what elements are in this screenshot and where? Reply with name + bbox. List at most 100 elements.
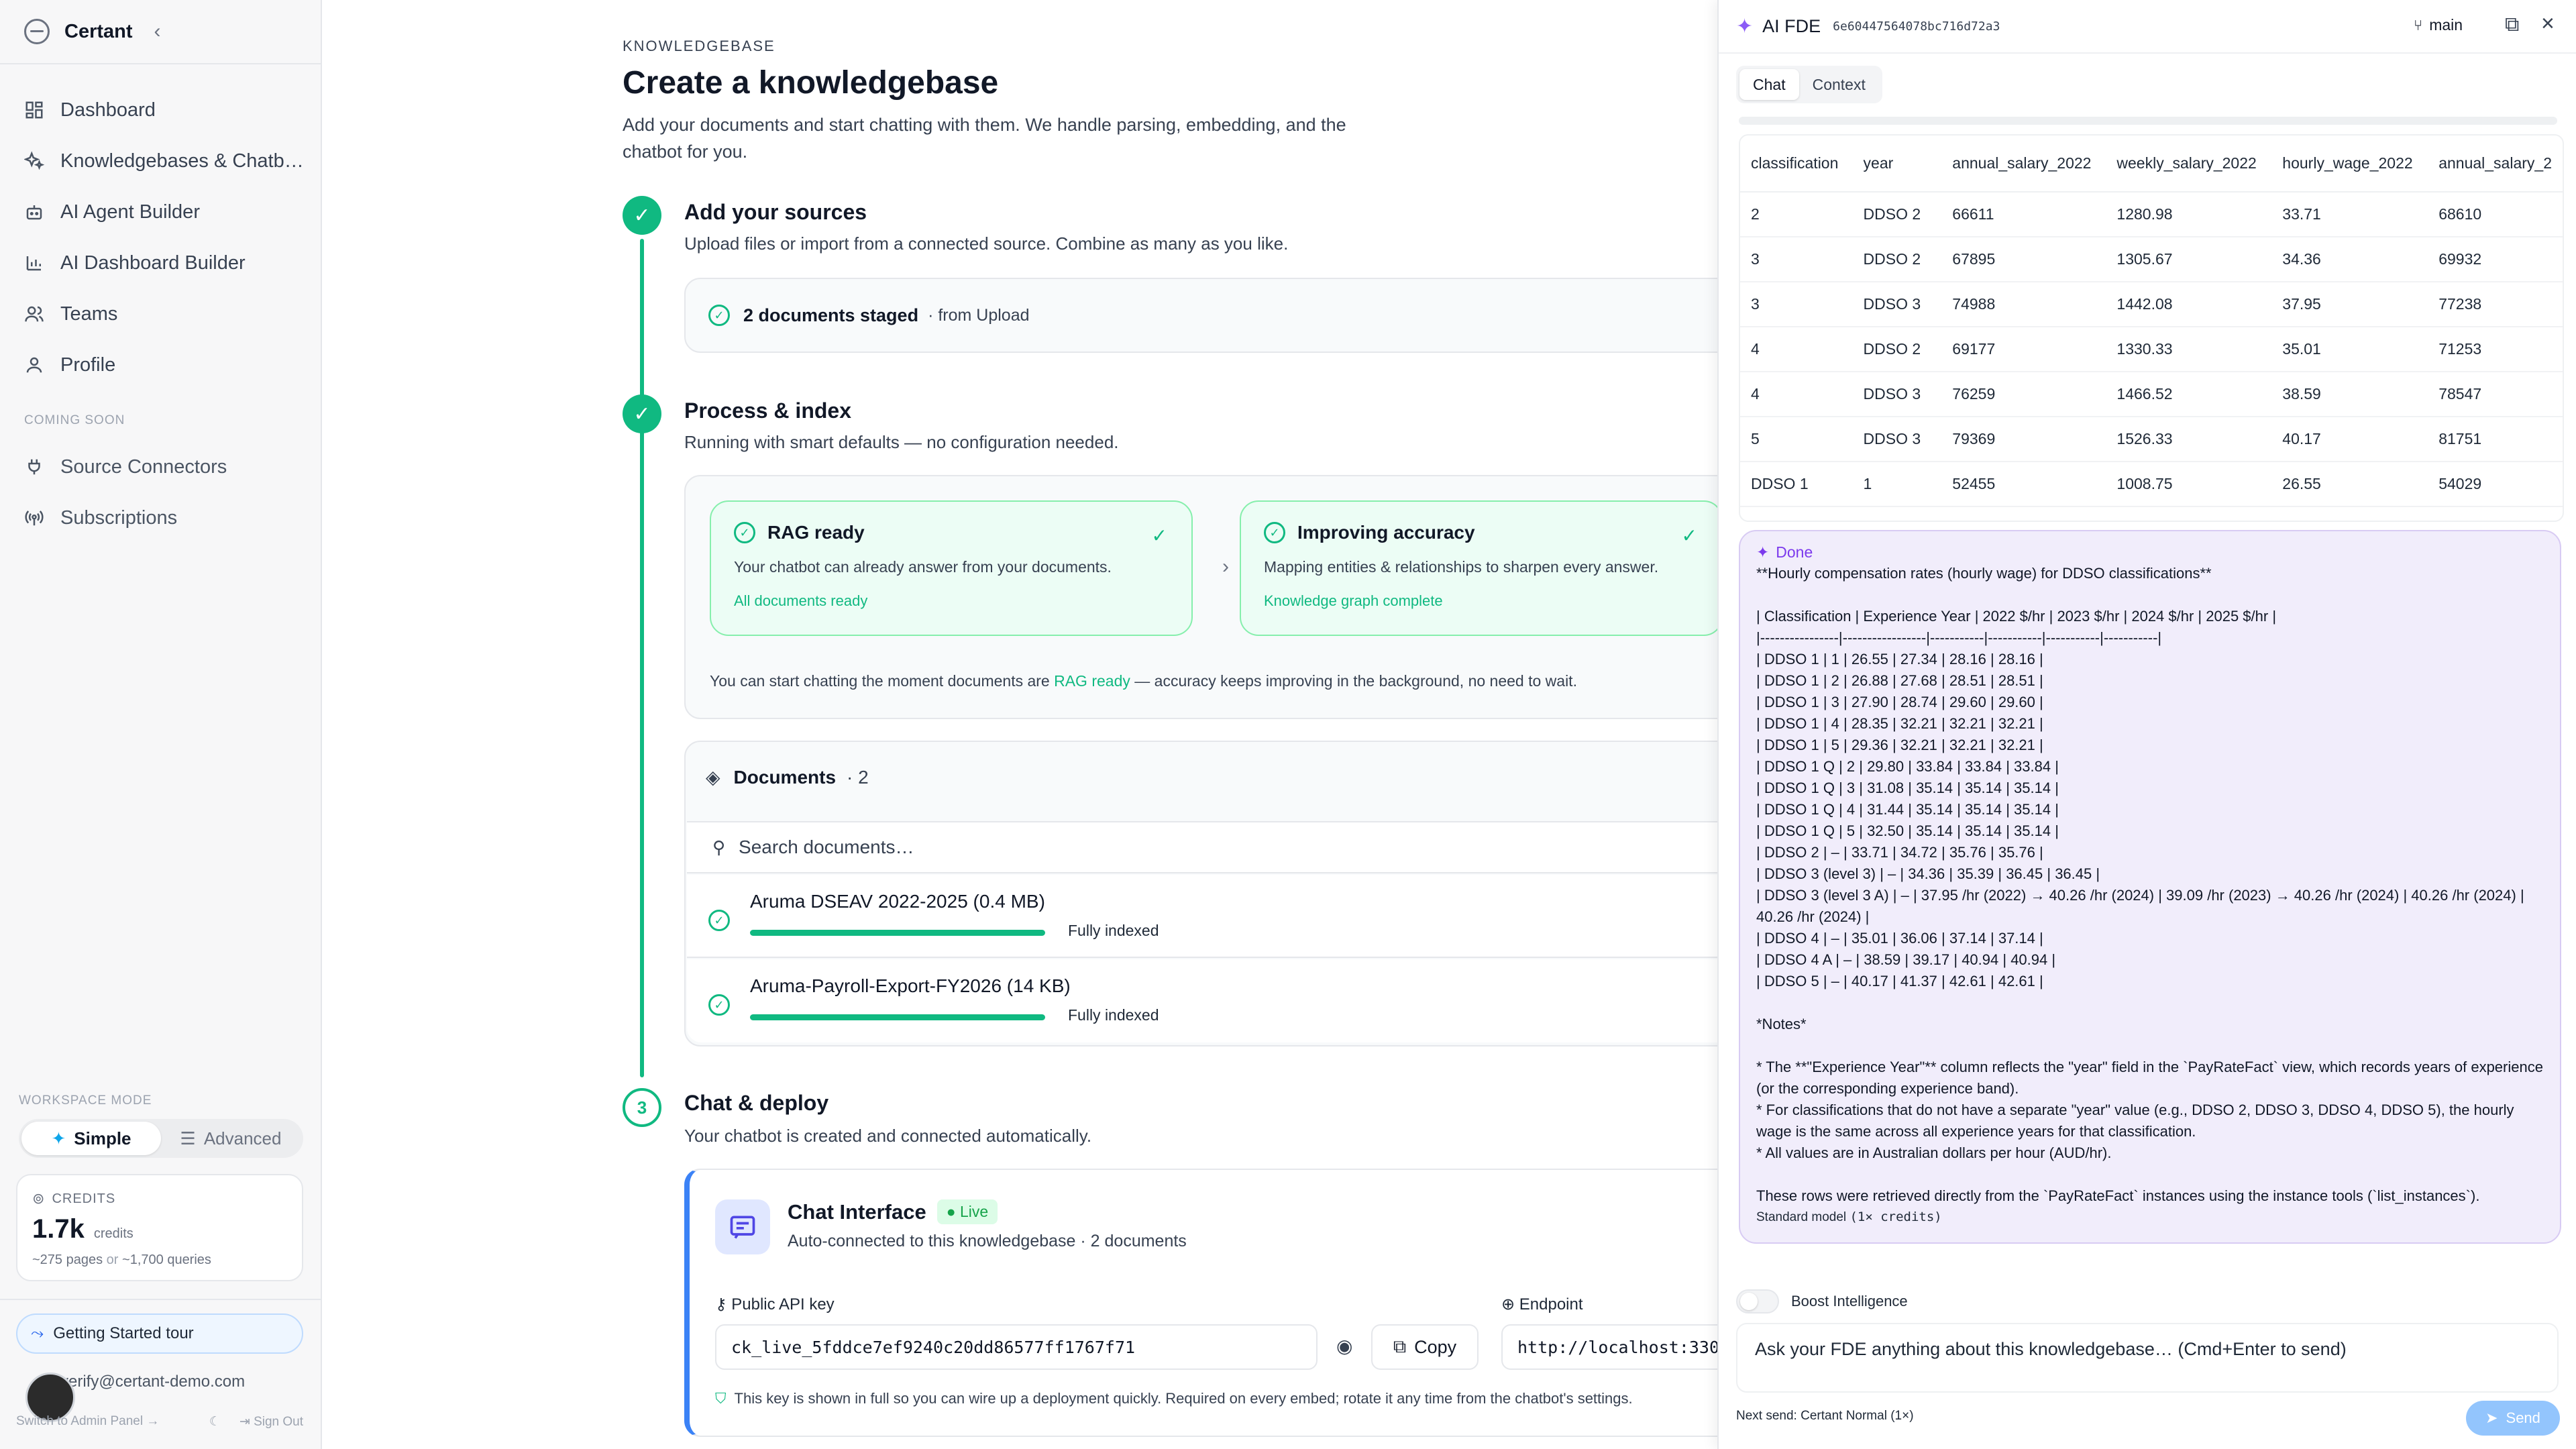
theme-toggle-icon[interactable]: ☾ (209, 1414, 221, 1430)
table-cell: DDSO 1 (1740, 506, 1853, 521)
coming-soon-nav: Source Connectors Subscriptions (24, 441, 306, 543)
api-key-note-text: This key is shown in full so you can wir… (734, 1390, 1633, 1407)
shield-check-icon: ⛉ (715, 1390, 727, 1407)
credits-label: ⊚ CREDITS (32, 1190, 287, 1208)
process-note-text: You can start chatting the moment docume… (710, 672, 1050, 690)
documents-header: ◈ Documents · 2 (706, 766, 869, 788)
table-cell: DDSO 3 (1852, 417, 1942, 462)
staged-documents-card[interactable]: ✓ 2 documents staged · from Upload (684, 278, 1717, 353)
mode-simple-button[interactable]: ✦ Simple (21, 1122, 161, 1155)
tour-label: Getting Started tour (53, 1324, 194, 1342)
table-row: 4 DDSO 3 76259 1466.52 38.59 78547 (1740, 372, 2563, 417)
send-icon: ➤ (2485, 1409, 2498, 1426)
table-cell: 77238 (2428, 282, 2563, 327)
close-icon[interactable]: × (2541, 11, 2555, 37)
progress-bar (750, 930, 1045, 936)
boost-intelligence-toggle[interactable] (1736, 1289, 1779, 1313)
tab-chat[interactable]: Chat (1739, 69, 1799, 100)
rag-ready-title: RAG ready (767, 522, 865, 543)
message-status-text: Done (1776, 543, 1813, 561)
table-cell: 1008.75 (2106, 462, 2272, 507)
sidebar-item-knowledgebases[interactable]: Knowledgebases & Chatb… (24, 136, 306, 186)
table-row: 3 DDSO 3 74988 1442.08 37.95 77238 (1740, 282, 2563, 327)
improving-accuracy-status: Knowledge graph complete (1264, 592, 1443, 609)
endpoint-field[interactable]: http://localhost:3300 (1501, 1324, 1717, 1370)
column-header: hourly_wage_2022 (2271, 136, 2428, 193)
getting-started-tour-button[interactable]: ⤳ Getting Started tour (16, 1313, 303, 1354)
table-cell: 71253 (2428, 327, 2563, 372)
certant-logo-icon (24, 19, 50, 44)
send-button[interactable]: ➤ Send (2466, 1401, 2560, 1436)
horizontal-scrollbar[interactable] (1739, 117, 2557, 125)
chat-input[interactable]: Ask your FDE anything about this knowled… (1736, 1323, 2559, 1393)
endpoint-label: ⊕ Endpoint (1501, 1295, 1583, 1314)
sidebar-item-profile[interactable]: Profile (24, 339, 306, 390)
check-circle-icon: ✓ (708, 994, 730, 1016)
boost-intelligence-label: Boost Intelligence (1791, 1293, 1908, 1309)
sparkles-icon: ✦ (1736, 15, 1754, 38)
admin-panel-link[interactable]: Switch to Admin Panel → (16, 1414, 159, 1430)
credits-label-text: CREDITS (52, 1191, 116, 1206)
key-icon: ⚷ (715, 1295, 732, 1313)
process-note: You can start chatting the moment docume… (710, 672, 1577, 690)
table-row: 5 DDSO 3 79369 1526.33 40.17 81751 (1740, 417, 2563, 462)
column-header: classification (1740, 136, 1853, 193)
table-cell: 26.88 (2271, 506, 2428, 521)
table-cell: 26.55 (2271, 462, 2428, 507)
copy-label: Copy (1414, 1336, 1457, 1357)
sidebar-item-dashboard[interactable]: Dashboard (24, 85, 306, 136)
sign-out-label: Sign Out (254, 1415, 303, 1429)
tab-context[interactable]: Context (1799, 69, 1879, 100)
table-cell: DDSO 2 (1852, 327, 1942, 372)
check-circle-icon: ✓ (708, 910, 730, 931)
check-circle-icon: ✓ (734, 522, 755, 543)
table-cell: 78547 (2428, 372, 2563, 417)
table-cell: 66611 (1941, 192, 2106, 237)
table-cell: 54029 (2428, 462, 2563, 507)
step-2-title: Process & index (684, 398, 851, 423)
table-row: 4 DDSO 2 69177 1330.33 35.01 71253 (1740, 327, 2563, 372)
table-cell: 4 (1740, 372, 1853, 417)
main-content: KNOWLEDGEBASE Create a knowledgebase Add… (323, 0, 1717, 1449)
api-key-field[interactable]: ck_live_5fddce7ef9240c20dd86577ff1767f71 (715, 1324, 1318, 1370)
external-link-icon[interactable]: ⧉ (2505, 13, 2519, 36)
panel-tabs: Chat Context (1736, 66, 1882, 103)
mode-advanced-button[interactable]: ☰ Advanced (161, 1122, 301, 1155)
table-cell: DDSO 2 (1852, 192, 1942, 237)
search-placeholder: Search documents… (739, 837, 914, 857)
credits-queries: ~1,700 queries (122, 1252, 211, 1267)
rag-ready-card: ✓ RAG ready ✓ Your chatbot can already a… (710, 500, 1193, 636)
table-cell: 33.71 (2271, 192, 2428, 237)
chevron-left-icon[interactable]: ‹ (154, 20, 161, 43)
sidebar-item-agent-builder[interactable]: AI Agent Builder (24, 186, 306, 237)
step-1-title: Add your sources (684, 200, 867, 224)
sidebar-item-label: AI Agent Builder (60, 201, 200, 223)
rag-ready-description: Your chatbot can already answer from you… (734, 558, 1112, 576)
sidebar-item-source-connectors[interactable]: Source Connectors (24, 441, 306, 492)
table-cell: 76259 (1941, 372, 2106, 417)
branch-selector[interactable]: ⑂ main (2414, 16, 2463, 34)
sidebar-item-teams[interactable]: Teams (24, 288, 306, 339)
sidebar-item-subscriptions[interactable]: Subscriptions (24, 492, 306, 543)
list-item[interactable]: ✓ Aruma-Payroll-Export-FY2026 (14 KB) Fu… (687, 959, 1717, 1042)
result-table[interactable]: classification year annual_salary_2022 w… (1739, 134, 2564, 522)
sidebar-item-label: Knowledgebases & Chatb… (60, 150, 304, 172)
coming-soon-label: COMING SOON (24, 413, 125, 427)
copy-button[interactable]: ⧉ Copy (1371, 1324, 1479, 1370)
step-1-subtitle: Upload files or import from a connected … (684, 233, 1289, 254)
documents-card: ◈ Documents · 2 ⚲ Search documents… ✓ Ar… (684, 741, 1717, 1046)
column-header: year (1852, 136, 1942, 193)
api-key-note: ⛉ This key is shown in full so you can w… (715, 1390, 1633, 1407)
sign-out-button[interactable]: ⇥ Sign Out (239, 1414, 303, 1430)
eye-icon[interactable]: ◉ (1336, 1335, 1352, 1357)
list-item[interactable]: ✓ Aruma DSEAV 2022-2025 (0.4 MB) Fully i… (687, 875, 1717, 958)
search-input[interactable]: ⚲ Search documents… (687, 821, 1717, 873)
table-cell: 1330.33 (2106, 327, 2272, 372)
sidebar-item-dashboard-builder[interactable]: AI Dashboard Builder (24, 237, 306, 288)
chevron-right-icon: › (1222, 555, 1229, 578)
table-cell: 69932 (2428, 237, 2563, 282)
sidebar-item-label: Dashboard (60, 99, 156, 121)
step-2-subtitle: Running with smart defaults — no configu… (684, 432, 1119, 452)
rag-ready-link[interactable]: RAG ready (1054, 672, 1130, 690)
table-cell: 37.95 (2271, 282, 2428, 327)
